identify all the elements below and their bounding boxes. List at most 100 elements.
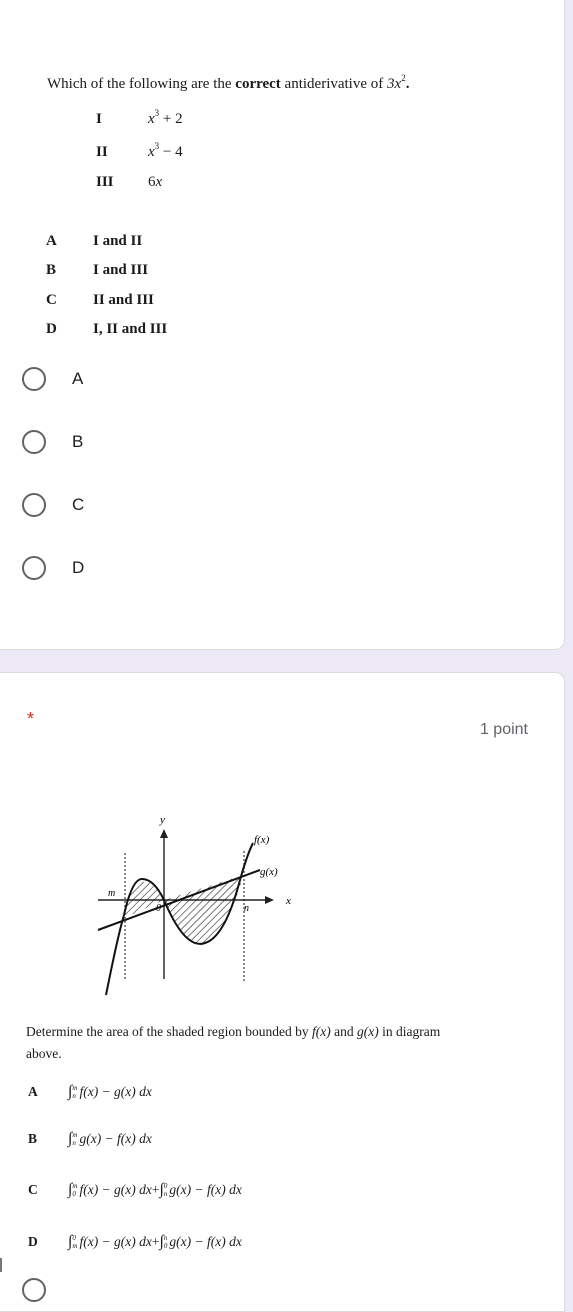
- prompt-text-end: in diagram: [378, 1024, 441, 1039]
- title-exp: 2: [401, 73, 406, 83]
- radio-button[interactable]: [22, 367, 46, 391]
- integral-sign: ∫: [159, 1233, 164, 1250]
- lower-limit: n: [72, 1139, 76, 1147]
- integral-sign: ∫: [68, 1083, 73, 1100]
- statement-row: III 6x: [96, 174, 162, 191]
- statement-rest: − 4: [159, 144, 183, 160]
- integral-limits: m0: [72, 1182, 77, 1198]
- title-end: .: [405, 76, 410, 92]
- lower-limit: n: [163, 1190, 168, 1198]
- statement-num: I: [96, 111, 102, 127]
- choice-letter: C: [46, 292, 57, 308]
- statement-rest: + 2: [159, 111, 183, 127]
- area-diagram: y x 0 m n f(x) g(x): [97, 815, 291, 996]
- plus-sign: +: [151, 1234, 160, 1249]
- question-2-prompt: Determine the area of the shaded region …: [26, 1021, 546, 1065]
- answer-letter: A: [28, 1084, 38, 1099]
- lower-limit: m: [72, 1242, 78, 1250]
- choice-row: D I, II and III: [46, 321, 167, 338]
- points-label: 1 point: [479, 721, 528, 738]
- prompt-g: g(x): [357, 1024, 379, 1039]
- statement-rest: x: [155, 174, 163, 190]
- m-label: m: [108, 888, 115, 899]
- choice-letter: A: [46, 233, 57, 249]
- prompt-text: Determine the area of the shaded region …: [26, 1024, 313, 1039]
- choice-row: C II and III: [46, 292, 154, 309]
- upper-limit: 0: [72, 1234, 76, 1242]
- integrand: f(x) − g(x) dx: [79, 1234, 152, 1249]
- n-label: n: [244, 903, 249, 914]
- integrand: f(x) − g(x) dx: [79, 1084, 152, 1099]
- statement-num: II: [96, 144, 108, 160]
- lower-limit: n: [72, 1092, 76, 1100]
- f-label: f(x): [254, 834, 270, 846]
- radio-button-partial[interactable]: [22, 1278, 46, 1302]
- choice-text: I, II and III: [93, 321, 168, 337]
- integral-sign: ∫: [68, 1233, 73, 1250]
- lower-limit: 0: [163, 1242, 168, 1250]
- radio-button[interactable]: [22, 430, 46, 454]
- choice-text: I and II: [93, 233, 143, 249]
- g-label: g(x): [260, 866, 278, 878]
- choice-letter: B: [46, 262, 57, 278]
- integral-sign: ∫: [68, 1130, 73, 1147]
- radio-option-d[interactable]: D: [22, 556, 84, 580]
- statement-exp: 3: [154, 108, 160, 118]
- statement-base: x: [148, 144, 155, 160]
- integrand: g(x) − f(x) dx: [169, 1234, 242, 1249]
- upper-limit: 0: [163, 1182, 168, 1190]
- choice-text: II and III: [93, 292, 154, 308]
- radio-label: C: [72, 495, 85, 514]
- radio-label: A: [72, 369, 84, 388]
- choice-text: I and III: [93, 262, 149, 278]
- radio-option-a[interactable]: A: [22, 367, 83, 391]
- integrand: f(x) − g(x) dx: [79, 1182, 152, 1197]
- upper-limit: n: [163, 1234, 168, 1242]
- required-asterisk: *: [27, 709, 35, 729]
- answer-letter: D: [28, 1234, 38, 1249]
- prompt-and: and: [330, 1024, 358, 1039]
- answer-row-a: A ∫ m n f(x) − g(x) dx: [28, 1083, 152, 1101]
- title-suffix: antiderivative of: [280, 76, 388, 92]
- integral-limits: n0: [164, 1234, 168, 1250]
- statement-num: III: [96, 174, 114, 190]
- text-cursor-mark: [0, 1258, 2, 1272]
- title-text: Which of the following are the: [47, 76, 236, 92]
- radio-option-c[interactable]: C: [22, 493, 84, 517]
- integral-sign: ∫: [159, 1181, 164, 1198]
- radio-button[interactable]: [22, 556, 46, 580]
- answer-row-c: C ∫ m 0 f(x) − g(x) dx + ∫ 0 n g(x) − f(x) d…: [28, 1181, 242, 1199]
- integral-limits: 0m: [72, 1234, 77, 1250]
- answer-row-b: B ∫ m n g(x) − f(x) dx: [28, 1130, 152, 1148]
- statement-row: II x3 − 4: [96, 141, 183, 161]
- title-expr: 3x: [387, 76, 402, 92]
- answer-letter: C: [28, 1182, 38, 1197]
- statement-base: 6: [148, 174, 156, 190]
- choice-row: B I and III: [46, 262, 148, 279]
- radio-button[interactable]: [22, 493, 46, 517]
- upper-limit: m: [72, 1084, 78, 1092]
- x-axis-label: x: [285, 895, 291, 907]
- y-axis-label: y: [159, 815, 165, 826]
- lower-limit: 0: [72, 1190, 76, 1198]
- title-bold: correct: [235, 76, 281, 92]
- y-axis-arrow: [160, 829, 168, 838]
- integrand: g(x) − f(x) dx: [79, 1131, 152, 1146]
- prompt-f: f(x): [312, 1024, 331, 1039]
- statement-exp: 3: [154, 141, 160, 151]
- radio-option-b[interactable]: B: [22, 430, 83, 454]
- radio-label: D: [72, 558, 85, 577]
- choice-row: A I and II: [46, 233, 142, 250]
- answer-letter: B: [28, 1131, 38, 1146]
- upper-limit: m: [72, 1182, 78, 1190]
- statement-base: x: [148, 111, 155, 127]
- choice-letter: D: [46, 321, 57, 337]
- x-axis-arrow: [265, 896, 274, 904]
- plus-sign: +: [151, 1182, 160, 1197]
- prompt-line2: above.: [26, 1046, 62, 1061]
- radio-label: B: [72, 432, 84, 451]
- statement-row: I x3 + 2: [96, 108, 183, 128]
- integral-limits: 0n: [164, 1182, 168, 1198]
- origin-label: 0: [156, 903, 161, 914]
- integral-limits: mn: [72, 1084, 77, 1100]
